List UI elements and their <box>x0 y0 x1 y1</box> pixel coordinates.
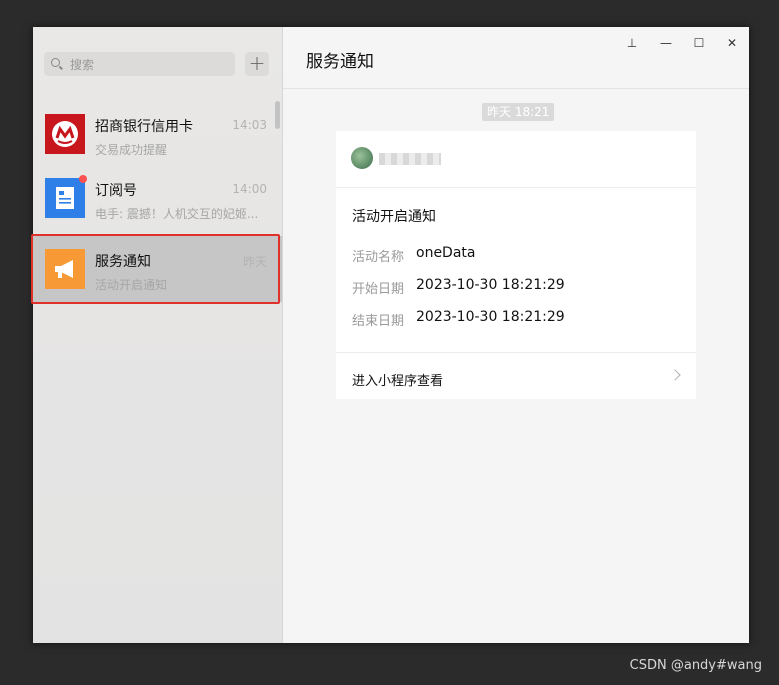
search-input[interactable] <box>68 55 232 75</box>
blurred-source-name <box>379 153 441 165</box>
bank-logo-icon <box>45 114 85 154</box>
minimize-button[interactable]: — <box>655 32 677 54</box>
open-miniprogram-link[interactable]: 进入小程序查看 <box>336 352 696 400</box>
field-label: 活动名称 <box>352 250 405 265</box>
search-icon <box>51 58 60 67</box>
chat-item-subscriptions[interactable]: 订阅号 14:00 电手: 震撼！人机交互的妃姬... <box>33 165 282 231</box>
unread-badge <box>79 175 87 183</box>
pin-icon[interactable]: ⊥ <box>621 32 643 54</box>
watermark: CSDN @andy#wang <box>629 658 762 673</box>
search-box[interactable] <box>44 52 235 76</box>
notification-card: 活动开启通知 活动名称 oneData 开始日期 2023-10-30 18:2… <box>336 131 696 399</box>
card-header <box>336 131 696 188</box>
open-miniprogram-label: 进入小程序查看 <box>352 374 444 389</box>
close-button[interactable]: ✕ <box>721 32 743 54</box>
field-value: 2023-10-30 18:21:29 <box>416 277 565 293</box>
card-title: 活动开启通知 <box>352 209 436 225</box>
chat-preview: 交易成功提醒 <box>95 143 168 157</box>
chat-name: 订阅号 <box>95 183 137 199</box>
chat-header: 服务通知 ⊥ — ☐ ✕ <box>283 27 749 89</box>
time-divider: 昨天 18:21 <box>482 103 555 121</box>
chevron-right-icon <box>669 369 681 381</box>
megaphone-icon <box>45 249 85 289</box>
chat-title: 服务通知 <box>306 52 374 72</box>
chat-item-bank[interactable]: 招商银行信用卡 14:03 交易成功提醒 <box>33 101 282 167</box>
chat-name: 服务通知 <box>95 254 151 270</box>
chat-preview: 活动开启通知 <box>95 278 168 292</box>
chat-time: 14:03 <box>232 118 267 132</box>
chat-name: 招商银行信用卡 <box>95 119 193 135</box>
chat-pane: 服务通知 ⊥ — ☐ ✕ 昨天 18:21 活动开启通知 活动名称 oneDat… <box>283 27 749 643</box>
field-label: 开始日期 <box>352 282 405 297</box>
subscription-icon <box>45 178 85 218</box>
field-label: 结束日期 <box>352 314 405 329</box>
maximize-button[interactable]: ☐ <box>688 32 710 54</box>
wechat-window: + 招商银行信用卡 14:03 交易成功提醒 <box>31 27 749 643</box>
add-button[interactable]: + <box>245 52 269 76</box>
field-value: oneData <box>416 245 476 261</box>
chat-time: 昨天 <box>242 255 267 269</box>
field-value: 2023-10-30 18:21:29 <box>416 309 565 325</box>
sidebar: + 招商银行信用卡 14:03 交易成功提醒 <box>31 27 283 643</box>
sidebar-scrollbar[interactable] <box>275 101 280 129</box>
chat-preview: 电手: 震撼！人机交互的妃姬... <box>95 207 259 221</box>
chat-item-service-notifications[interactable]: 服务通知 昨天 活动开启通知 <box>33 236 282 302</box>
chat-time: 14:00 <box>232 182 267 196</box>
miniprogram-logo-icon <box>351 147 373 169</box>
